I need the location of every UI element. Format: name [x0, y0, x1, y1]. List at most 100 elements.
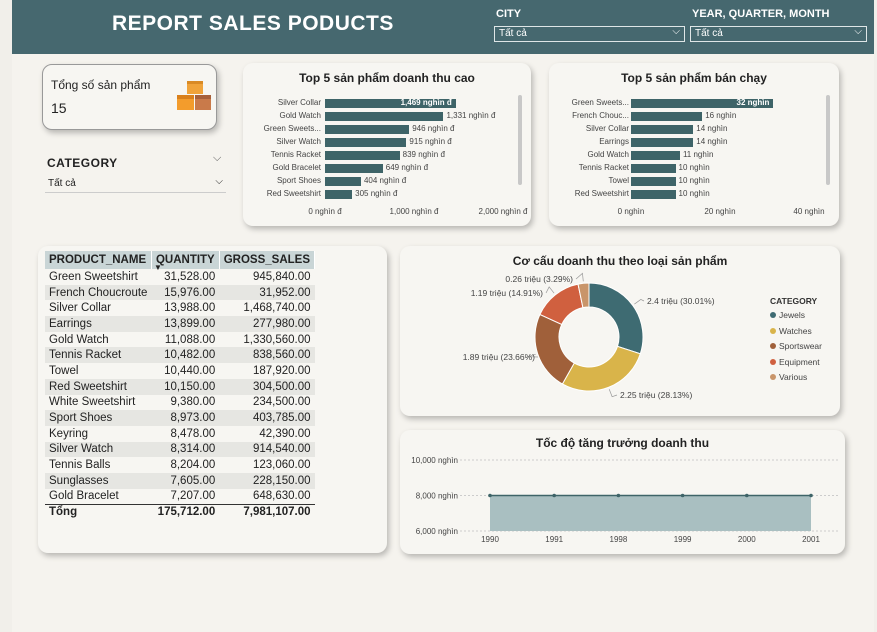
data-point[interactable] — [745, 493, 749, 498]
bar-category-label: Tennis Racket — [270, 150, 321, 159]
page-title: REPORT SALES PODUCTS — [112, 12, 394, 35]
chevron-down-icon: ⌵ — [854, 26, 862, 37]
bar[interactable] — [631, 151, 680, 160]
cell-product: Earrings — [45, 316, 152, 332]
legend-item-sportswear[interactable]: Sportswear — [770, 341, 822, 351]
data-point[interactable] — [552, 493, 556, 498]
cell-gross-sales: 234,500.00 — [252, 396, 311, 409]
bar-value-label: 1,331 nghìn đ — [446, 111, 496, 120]
bar-value-label: 839 nghìn đ — [402, 150, 445, 159]
legend-label: Various — [779, 372, 808, 382]
bar[interactable] — [631, 112, 703, 121]
sort-desc-icon: ▼ — [153, 263, 162, 272]
bar-value-label: 14 nghìn — [696, 124, 728, 133]
city-filter-dropdown[interactable]: Tất cả ⌵ — [494, 26, 685, 42]
x-axis-tick-label: 40 nghìn — [793, 207, 825, 216]
bar-category-label: Silver Watch — [276, 137, 321, 146]
legend-dot — [770, 312, 776, 318]
bar-value-label: 10 nghìn — [678, 176, 710, 185]
leader-line — [608, 389, 618, 398]
bar[interactable] — [325, 164, 383, 173]
chevron-down-icon: ⌵ — [215, 176, 223, 187]
bar[interactable] — [325, 125, 410, 134]
x-axis-tick-label: 1990 — [481, 535, 499, 544]
table-row[interactable]: Tennis Racket 10,482.00 838,560.00 — [45, 347, 315, 364]
kpi-label: Tổng số sản phẩm — [51, 78, 151, 92]
chevron-down-icon[interactable]: ⌵ — [213, 152, 221, 165]
cell-product: Tennis Balls — [49, 459, 111, 472]
bar-value-label: 915 nghìn đ — [409, 137, 452, 146]
donut-data-label: 2.25 triệu (28.13%) — [620, 390, 692, 400]
legend-label: Watches — [779, 325, 812, 336]
period-filter-dropdown[interactable]: Tất cả ⌵ — [690, 26, 867, 42]
column-header-quantity[interactable]: QUANTITY ▼ — [151, 251, 220, 272]
cell-quantity: 15,976.00 — [151, 284, 220, 301]
area-fill — [490, 495, 811, 531]
cell-product: Tennis Racket — [45, 347, 152, 364]
bar[interactable] — [631, 125, 694, 134]
bar-value-label: 16 nghìn — [705, 111, 737, 120]
bar-category-label: Gold Watch — [279, 111, 322, 120]
cell-quantity: 13,899.00 — [151, 316, 220, 332]
table-row[interactable]: Red Sweetshirt 10,150.00 304,500.00 — [45, 378, 315, 395]
scrollbar[interactable] — [826, 95, 830, 185]
bar[interactable] — [325, 190, 353, 199]
legend-item-various[interactable]: Various — [770, 372, 807, 382]
table-row[interactable]: Gold Watch 11,088.00 1,330,560.00 — [45, 332, 315, 348]
x-axis-tick-label: 1999 — [674, 535, 692, 544]
table-row[interactable]: Gold Bracelet 7,207.00 648,630.00 — [45, 489, 315, 505]
scrollbar[interactable] — [518, 95, 522, 185]
category-filter-label: CATEGORY — [47, 156, 118, 170]
bar[interactable] — [631, 190, 676, 199]
y-axis-tick-label: 8,000 nghìn — [416, 492, 458, 501]
bar[interactable] — [325, 138, 407, 147]
bar[interactable] — [325, 112, 444, 121]
bar[interactable] — [631, 177, 676, 186]
table-row[interactable]: Green Sweetshirt 31,528.00 945,840.00 — [45, 269, 315, 285]
bar-category-label: Silver Collar — [585, 124, 629, 133]
legend-label: Equipment — [779, 356, 820, 367]
top-revenue-chart: Top 5 sản phẩm doanh thu cao Silver Coll… — [243, 63, 531, 226]
bar-value-label: 32 nghìn — [736, 98, 770, 107]
table-row[interactable]: Silver Collar 13,988.00 1,468,740.00 — [45, 300, 315, 316]
boxes-icon — [177, 81, 211, 110]
cell-quantity: 8,314.00 — [151, 441, 220, 458]
legend-item-watches[interactable]: Watches — [770, 326, 812, 336]
data-point[interactable] — [680, 493, 685, 498]
category-filter-dropdown[interactable]: Tất cả ⌵ — [45, 176, 226, 193]
bar[interactable] — [631, 138, 694, 147]
bar-value-label: 649 nghìn đ — [385, 163, 429, 172]
column-header-product[interactable]: PRODUCT_NAME — [45, 251, 152, 269]
table-row[interactable]: Silver Watch 8,314.00 914,540.00 — [45, 441, 315, 458]
legend-item-jewels[interactable]: Jewels — [770, 310, 805, 320]
table-row[interactable]: Keyring 8,478.00 42,390.00 — [45, 426, 315, 442]
table-row[interactable]: Tennis Balls 8,204.00 123,060.00 — [45, 457, 315, 473]
table-row[interactable]: Sport Shoes 8,973.00 403,785.00 — [45, 410, 315, 426]
donut-slice-watches[interactable] — [561, 345, 641, 392]
data-point[interactable] — [488, 493, 492, 498]
data-point[interactable] — [616, 493, 621, 498]
cell-product: Gold Watch — [49, 333, 109, 346]
cell-gross-sales: 648,630.00 — [252, 490, 311, 503]
donut-slice-jewels[interactable] — [588, 282, 644, 355]
bar[interactable] — [631, 164, 676, 173]
donut-slice-sportswear[interactable] — [534, 313, 575, 385]
x-axis-tick-label: 2001 — [802, 535, 820, 544]
donut-data-label: 2.4 triệu (30.01%) — [647, 296, 715, 306]
legend-item-equipment[interactable]: Equipment — [770, 357, 820, 367]
table-row[interactable]: Sunglasses 7,605.00 228,150.00 — [45, 472, 315, 489]
table-row[interactable]: White Sweetshirt 9,380.00 234,500.00 — [45, 395, 315, 411]
column-header-gross-sales[interactable]: GROSS_SALES — [219, 251, 316, 269]
bar-value-label: 10 nghìn — [678, 189, 710, 198]
legend-label: Sportswear — [779, 341, 822, 351]
donut-data-label: 1.89 triệu (23.66%) — [463, 352, 535, 362]
bar[interactable] — [325, 151, 400, 160]
cell-gross-sales: 914,540.00 — [219, 441, 315, 458]
table-row[interactable]: French Choucroute 15,976.00 31,952.00 — [45, 284, 315, 301]
cell-quantity: 9,380.00 — [170, 396, 216, 409]
table-row[interactable]: Towel 10,440.00 187,920.00 — [45, 363, 315, 379]
bar[interactable] — [325, 177, 361, 186]
bar-value-label: 11 nghìn — [682, 150, 714, 159]
table-row[interactable]: Earrings 13,899.00 277,980.00 — [45, 316, 315, 332]
data-point[interactable] — [809, 493, 813, 498]
